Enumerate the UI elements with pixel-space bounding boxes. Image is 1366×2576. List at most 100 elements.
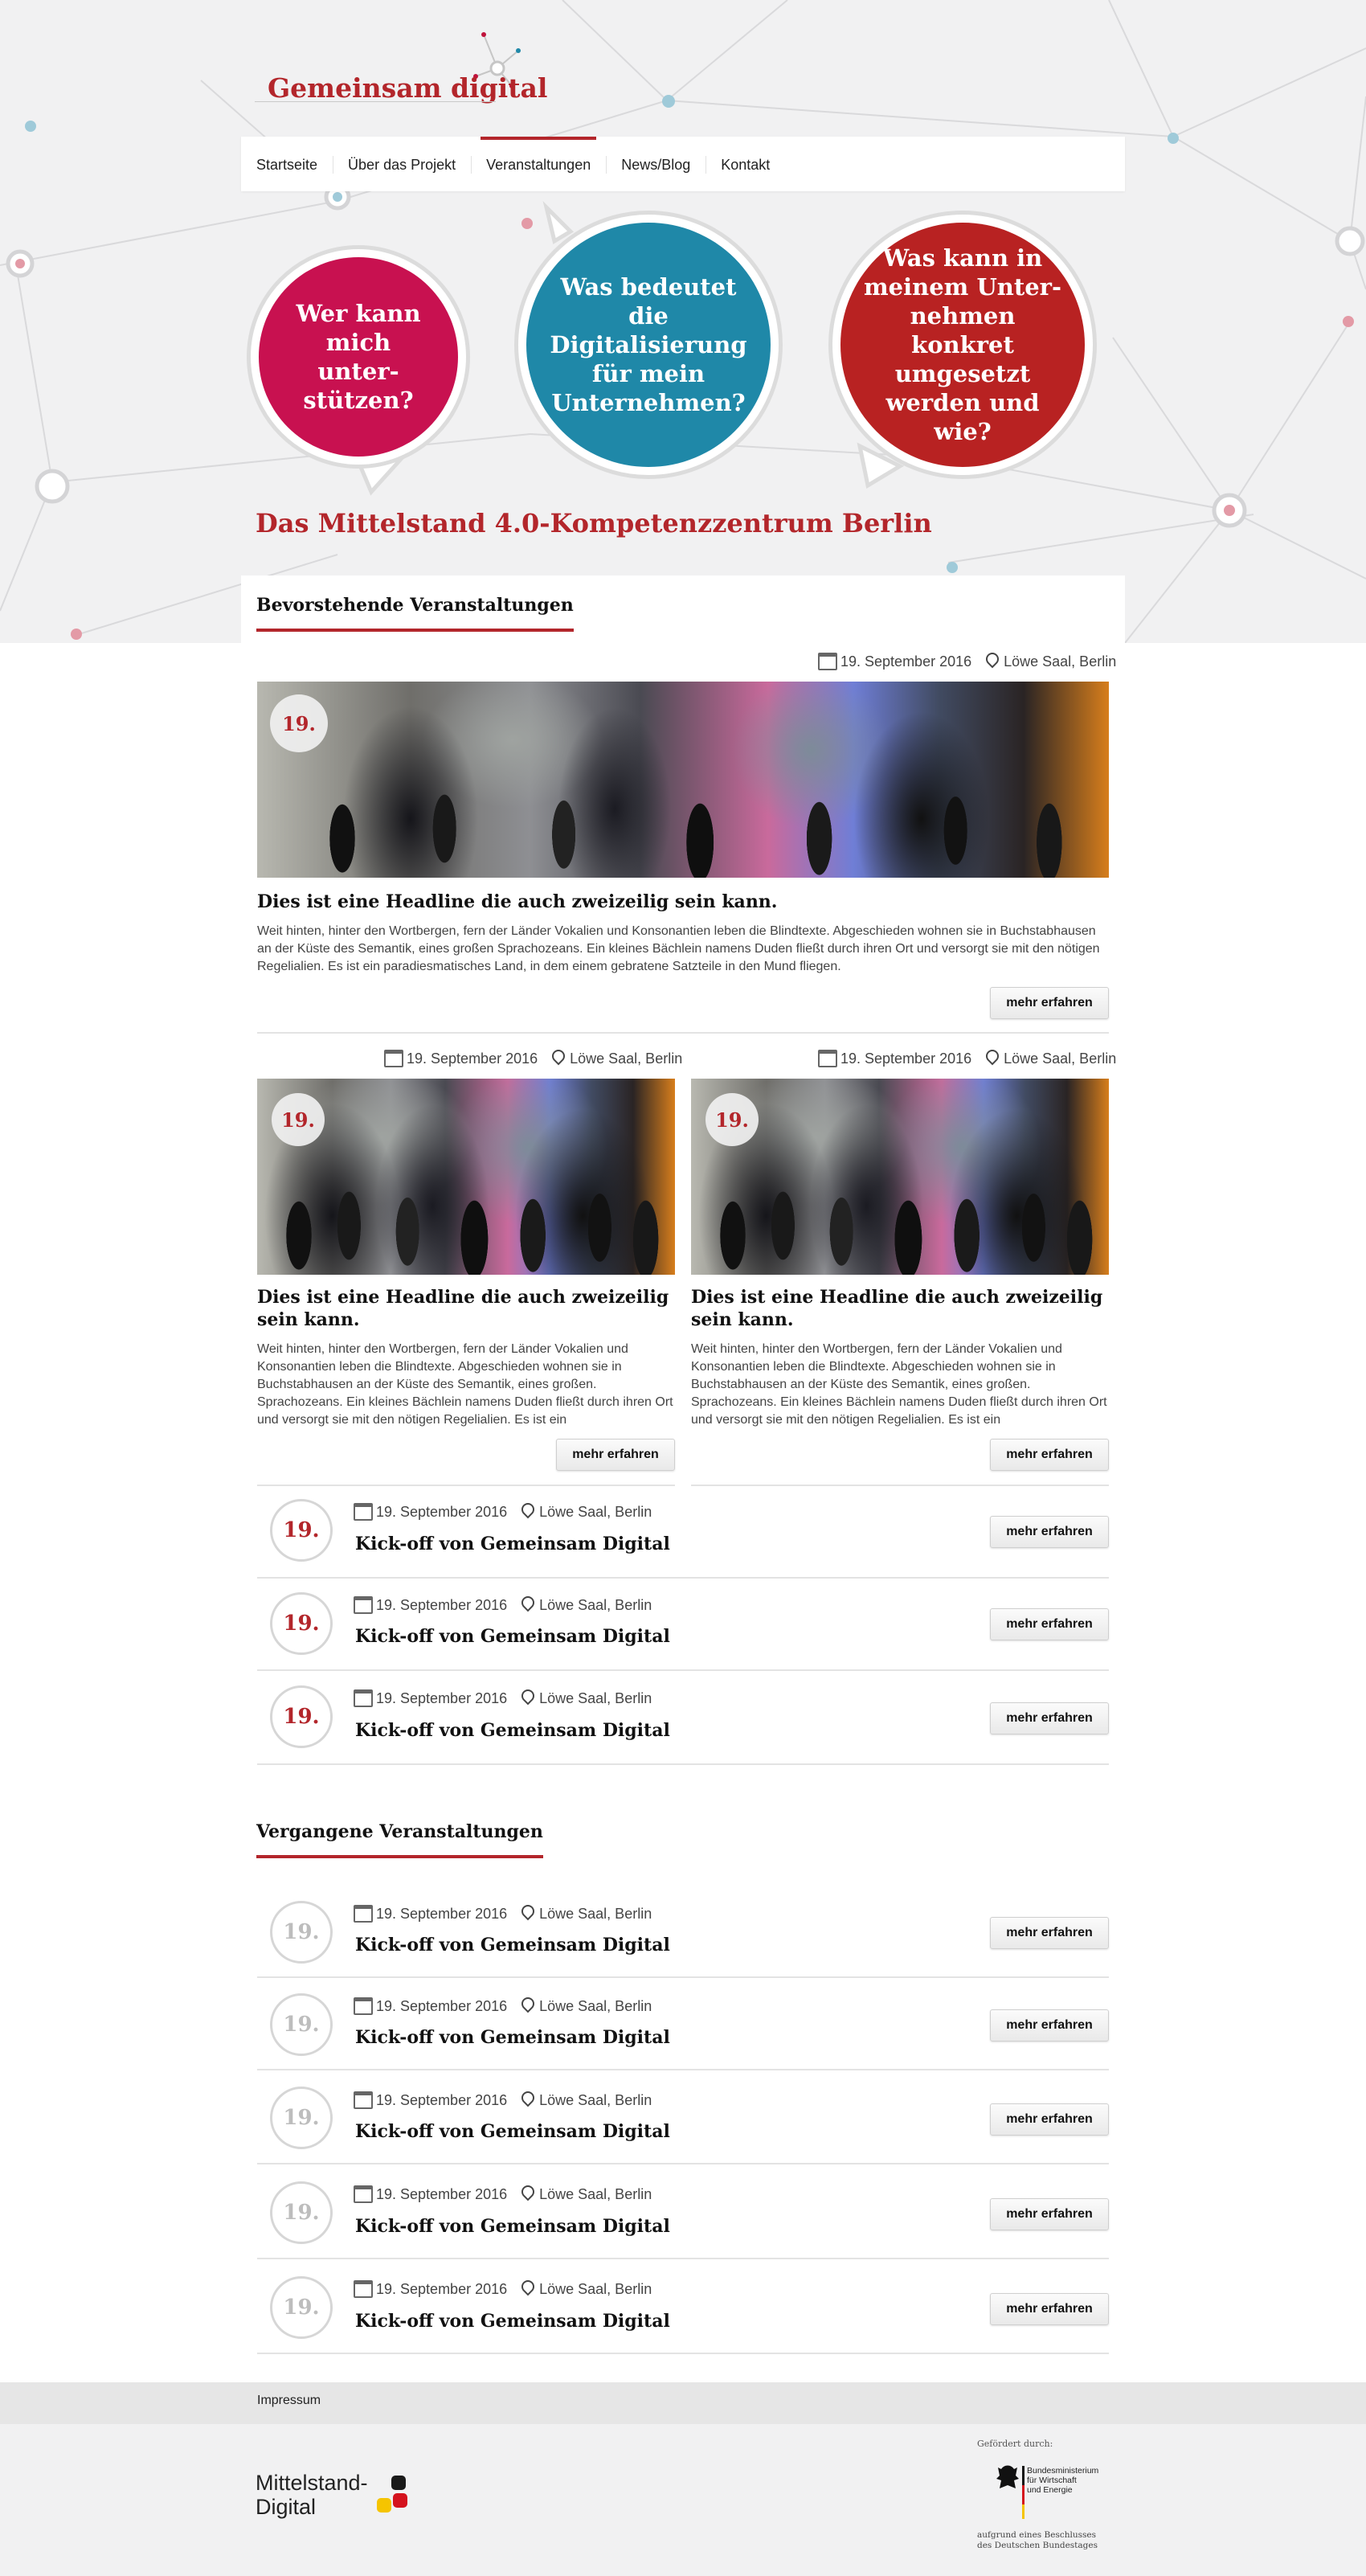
divider	[257, 2069, 1109, 2070]
event-title[interactable]: Kick-off von Gemeinsam Digital	[355, 1935, 670, 1956]
event-date: 19. September 2016	[376, 1596, 508, 1613]
location-pin-icon	[518, 2277, 538, 2296]
card1-headline[interactable]: Dies ist eine Headline die auch zweizeil…	[257, 1286, 675, 1331]
md-logo-line2: Digital	[256, 2495, 317, 2519]
event-location: Löwe Saal, Berlin	[1004, 1050, 1117, 1067]
event-location: Löwe Saal, Berlin	[539, 1905, 652, 1922]
location-pin-icon	[518, 1593, 538, 1612]
featured-event-text: Weit hinten, hinter den Wortbergen, fern…	[257, 924, 1100, 973]
calendar-icon	[354, 1689, 373, 1707]
card2-headline[interactable]: Dies ist eine Headline die auch zweizeil…	[691, 1286, 1109, 1331]
divider	[257, 1577, 1109, 1579]
day-badge: 19.	[270, 2276, 333, 2339]
featured-event-headline[interactable]: Dies ist eine Headline die auch zweizeil…	[257, 891, 1109, 913]
day-badge: 19.	[270, 1993, 333, 2056]
row-more-button[interactable]: mehr erfahren	[990, 1608, 1109, 1640]
divider	[257, 1976, 1109, 1978]
bubble-support-text: Wer kann mich unter-stützen?	[296, 300, 421, 414]
calendar-icon	[354, 1503, 373, 1521]
calendar-icon	[818, 1050, 837, 1067]
featured-event-image[interactable]: 19.	[257, 682, 1109, 878]
card2-text: Weit hinten, hinter den Wortbergen, fern…	[691, 1342, 1107, 1427]
event-title[interactable]: Kick-off von Gemeinsam Digital	[355, 1534, 670, 1554]
event-date: 19. September 2016	[376, 2091, 508, 2108]
card1-meta: 19. September 2016 Löwe Saal, Berlin	[384, 1046, 682, 1067]
page-title: Das Mittelstand 4.0-Kompetenzzentrum Ber…	[256, 508, 932, 539]
bundestag-line1: aufgrund eines Beschlusses	[977, 2530, 1096, 2540]
row-meta: 19. September 2016 Löwe Saal, Berlin	[354, 1500, 652, 1521]
upcoming-section-title: Bevorstehende Veranstaltungen	[256, 595, 574, 632]
bubble-implementation-question[interactable]: Was kann in meinem Unter-nehmen konkret …	[840, 223, 1085, 467]
row-more-button[interactable]: mehr erfahren	[990, 1702, 1109, 1734]
event-photo-people	[257, 682, 1109, 878]
calendar-icon	[354, 1997, 373, 2015]
row-meta: 19. September 2016 Löwe Saal, Berlin	[354, 2182, 652, 2203]
card1-event-image[interactable]: 19.	[257, 1079, 675, 1275]
location-pin-icon	[983, 649, 1002, 669]
row-more-button[interactable]: mehr erfahren	[990, 1516, 1109, 1548]
event-location: Löwe Saal, Berlin	[539, 2280, 652, 2297]
featured-meta: 19. September 2016 Löwe Saal, Berlin	[818, 649, 1116, 670]
row-more-button[interactable]: mehr erfahren	[990, 2198, 1109, 2230]
event-location: Löwe Saal, Berlin	[539, 1689, 652, 1706]
event-date: 19. September 2016	[376, 2280, 508, 2297]
location-pin-icon	[518, 1686, 538, 1706]
impressum-link[interactable]: Impressum	[257, 2394, 321, 2408]
featured-more-button[interactable]: mehr erfahren	[990, 987, 1109, 1019]
md-logo-line1: Mittelstand-	[256, 2471, 368, 2495]
event-title[interactable]: Kick-off von Gemeinsam Digital	[355, 2027, 670, 2048]
event-title[interactable]: Kick-off von Gemeinsam Digital	[355, 2311, 670, 2332]
event-location: Löwe Saal, Berlin	[539, 2185, 652, 2202]
location-pin-icon	[983, 1046, 1002, 1066]
event-date: 19. September 2016	[376, 1689, 508, 1706]
ministry-line3: und Energie	[1027, 2485, 1073, 2495]
location-pin-icon	[518, 1500, 538, 1519]
row-meta: 19. September 2016 Löwe Saal, Berlin	[354, 2088, 652, 2109]
footer	[0, 2424, 1366, 2576]
event-title[interactable]: Kick-off von Gemeinsam Digital	[355, 1720, 670, 1741]
row-meta: 19. September 2016 Löwe Saal, Berlin	[354, 1902, 652, 1923]
event-date: 19. September 2016	[840, 653, 972, 670]
bubble-implementation-text: Was kann in meinem Unter-nehmen konkret …	[863, 244, 1061, 445]
mittelstand-digital-logo[interactable]: Mittelstand- Digital	[256, 2471, 368, 2519]
divider	[257, 1032, 1109, 1034]
ministry-line2: für Wirtschaft	[1027, 2476, 1077, 2485]
card2-event-image[interactable]: 19.	[691, 1079, 1109, 1275]
row-more-button[interactable]: mehr erfahren	[990, 2009, 1109, 2042]
bubble-support-question[interactable]: Wer kann mich unter-stützen?	[259, 257, 458, 457]
card2-more-button[interactable]: mehr erfahren	[990, 1439, 1109, 1471]
bubble-digitalization-question[interactable]: Was bedeutet die Digitalisierung für mei…	[526, 223, 771, 467]
row-meta: 19. September 2016 Löwe Saal, Berlin	[354, 1593, 652, 1614]
row-more-button[interactable]: mehr erfahren	[990, 2293, 1109, 2325]
bundestag-line2: des Deutschen Bundestages	[977, 2541, 1098, 2550]
event-title[interactable]: Kick-off von Gemeinsam Digital	[355, 2216, 670, 2237]
divider	[257, 1763, 1109, 1765]
event-title[interactable]: Kick-off von Gemeinsam Digital	[355, 2121, 670, 2142]
divider	[257, 2353, 1109, 2354]
events-content: Bevorstehende Veranstaltungen 19. Septem…	[241, 575, 1125, 2382]
event-date: 19. September 2016	[376, 1997, 508, 2014]
row-more-button[interactable]: mehr erfahren	[990, 1917, 1109, 1949]
footer-bar	[0, 2382, 1366, 2424]
row-meta: 19. September 2016 Löwe Saal, Berlin	[354, 1994, 652, 2015]
calendar-icon	[354, 2185, 373, 2203]
card1-more-button[interactable]: mehr erfahren	[556, 1439, 675, 1471]
event-date: 19. September 2016	[376, 1905, 508, 1922]
event-date: 19. September 2016	[376, 1503, 508, 1520]
calendar-icon	[818, 653, 837, 670]
card1-text: Weit hinten, hinter den Wortbergen, fern…	[257, 1342, 673, 1427]
day-badge: 19.	[270, 1901, 333, 1964]
event-date: 19. September 2016	[840, 1050, 972, 1067]
event-location: Löwe Saal, Berlin	[539, 1596, 652, 1613]
event-title[interactable]: Kick-off von Gemeinsam Digital	[355, 1626, 670, 1647]
calendar-icon	[354, 2280, 373, 2298]
row-meta: 19. September 2016 Löwe Saal, Berlin	[354, 1686, 652, 1707]
event-location: Löwe Saal, Berlin	[539, 1503, 652, 1520]
day-badge: 19.	[270, 2087, 333, 2149]
divider	[691, 1485, 1109, 1486]
row-more-button[interactable]: mehr erfahren	[990, 2103, 1109, 2136]
calendar-icon	[354, 1596, 373, 1614]
calendar-icon	[354, 1905, 373, 1923]
bubble-digitalization-text: Was bedeutet die Digitalisierung für mei…	[550, 273, 747, 416]
divider	[257, 1485, 675, 1486]
